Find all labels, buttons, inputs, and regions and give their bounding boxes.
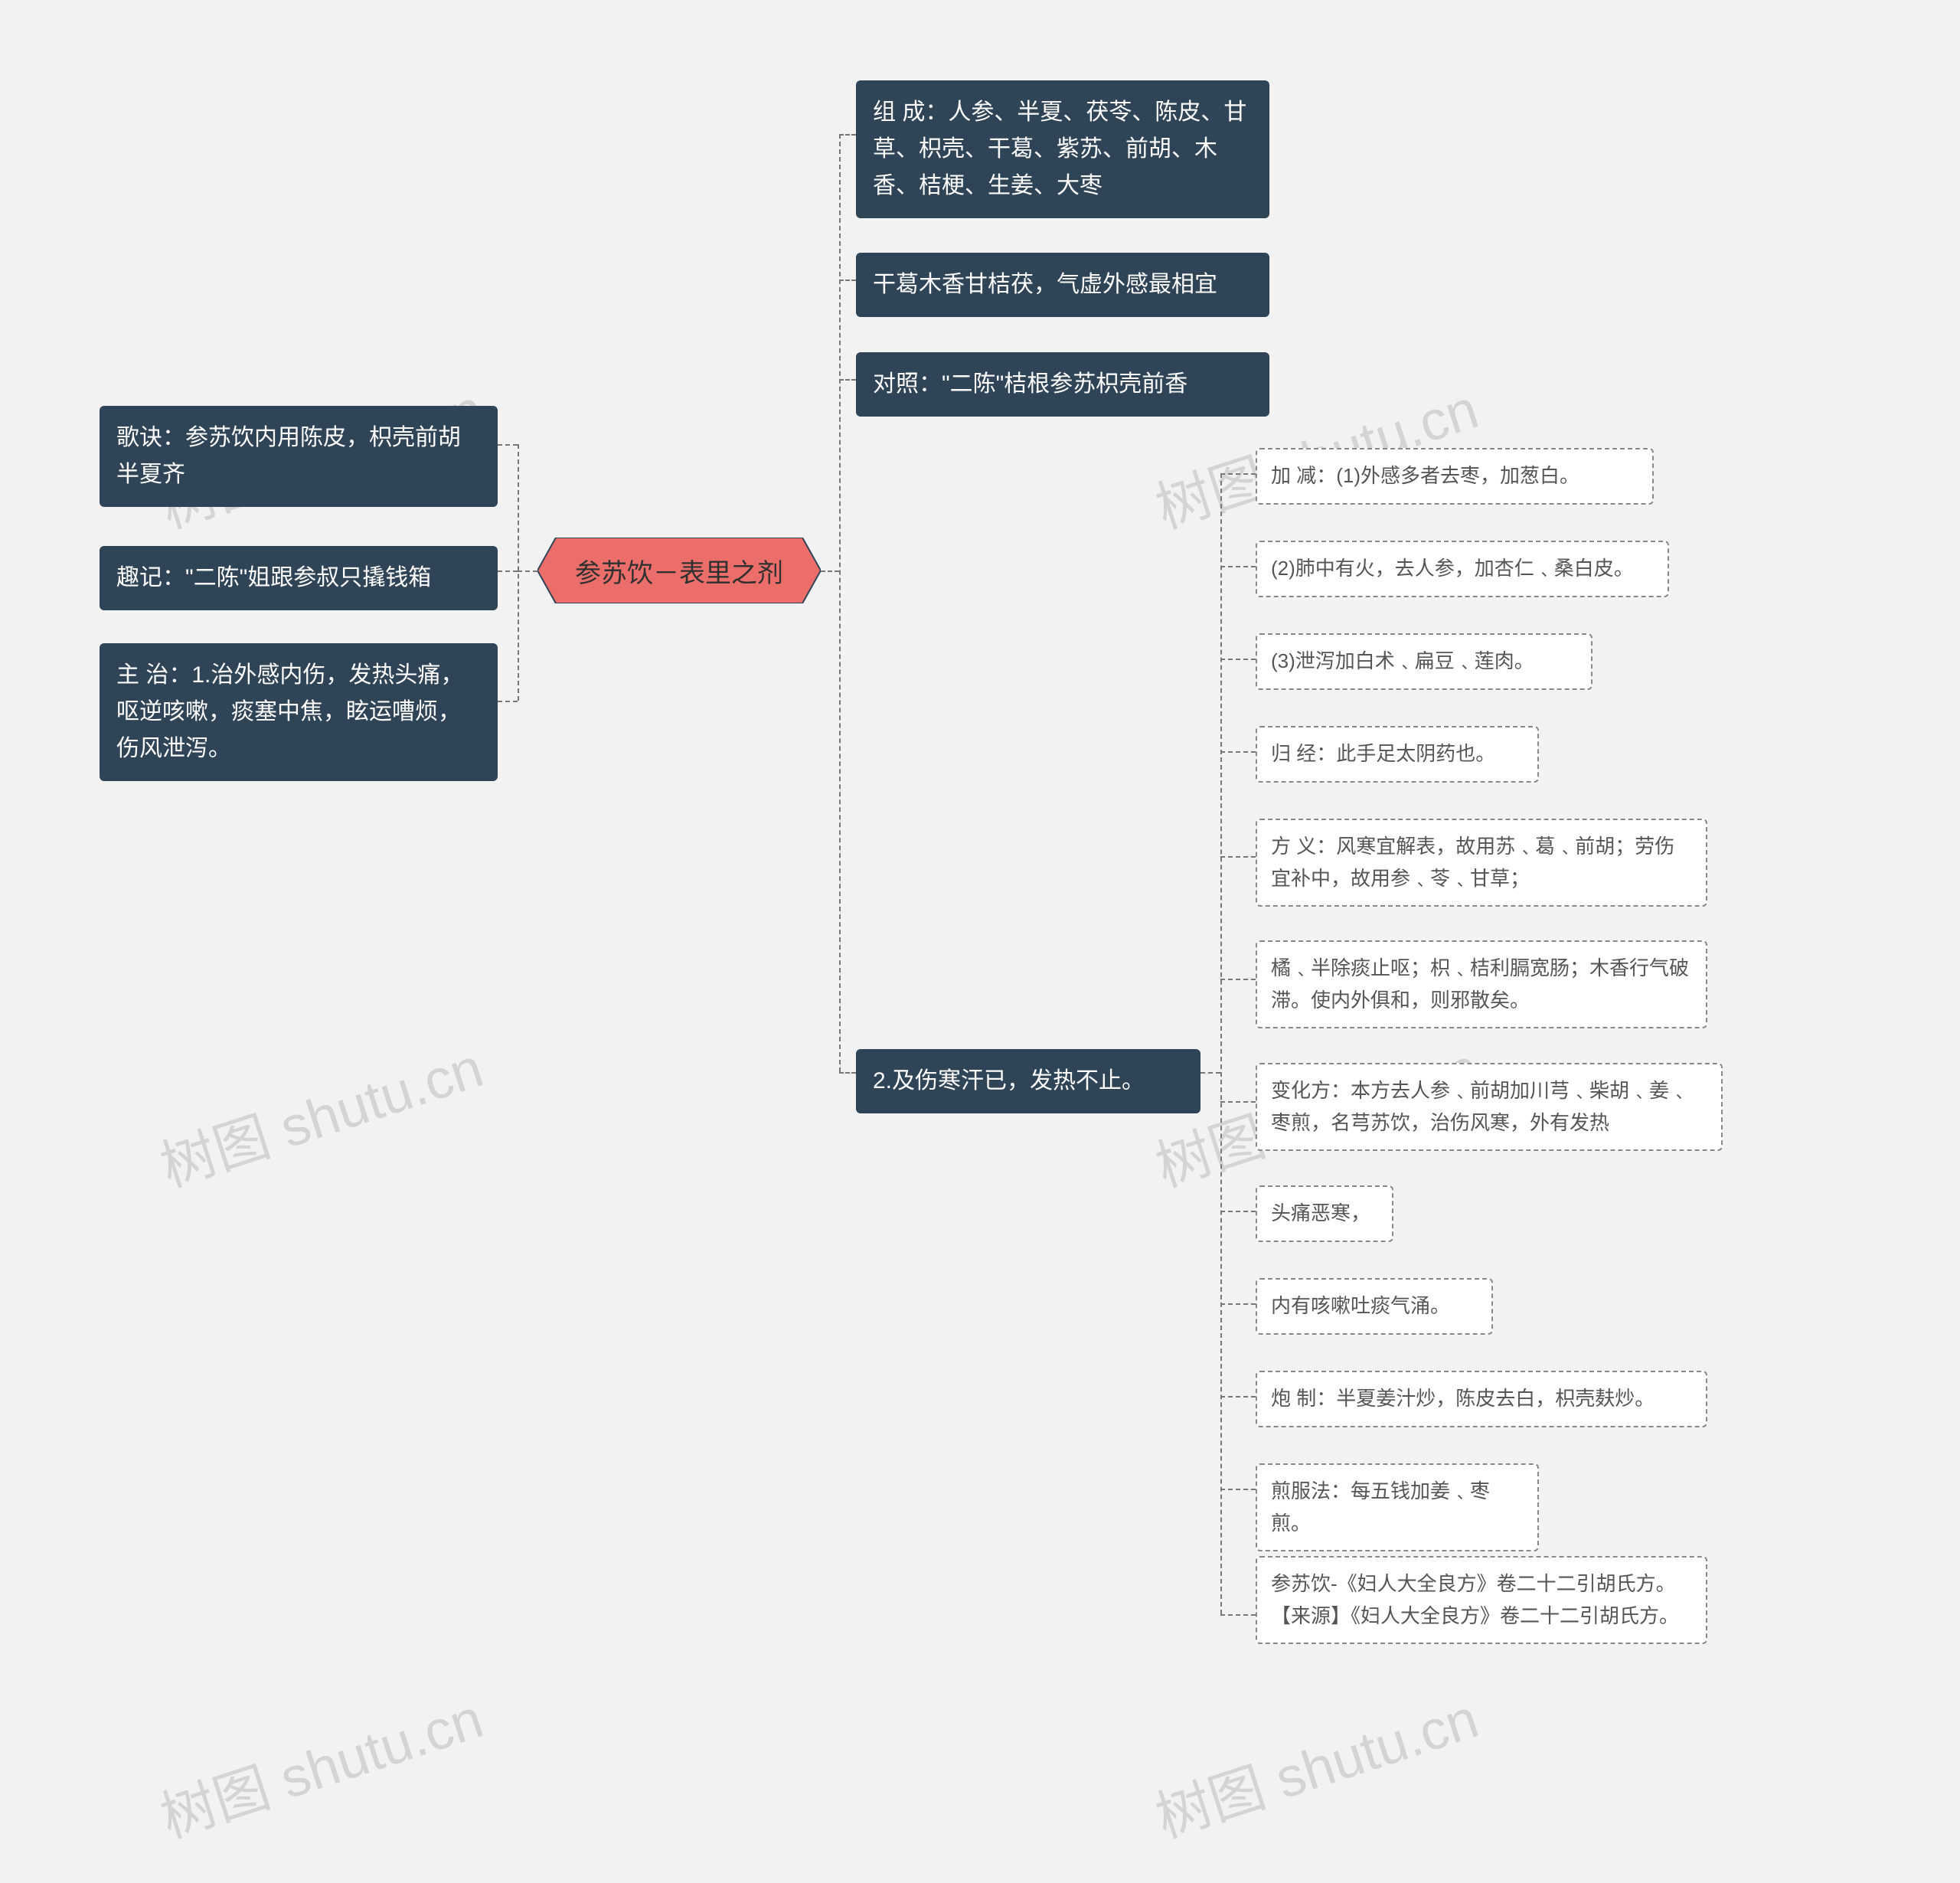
detail-node: 参苏饮-《妇人大全良方》卷二十二引胡氏方。【来源】《妇人大全良方》卷二十二引胡氏… [1256,1556,1707,1644]
detail-node: 加 减：(1)外感多者去枣，加葱白。 [1256,448,1654,505]
detail-node: 橘﹑半除痰止呕；枳﹑桔利膈宽肠；木香行气破滞。使内外俱和，则邪散矣。 [1256,940,1707,1028]
detail-node: 炮 制：半夏姜汁炒，陈皮去白，枳壳麸炒。 [1256,1371,1707,1427]
detail-node: 煎服法：每五钱加姜﹑枣煎。 [1256,1463,1539,1551]
right-node-composition: 组 成：人参、半夏、茯苓、陈皮、甘草、枳壳、干葛、紫苏、前胡、木香、桔梗、生姜、… [856,80,1269,218]
right-node-compare: 对照："二陈"桔根参苏枳壳前香 [856,352,1269,417]
detail-node: 归 经：此手足太阴药也。 [1256,726,1539,783]
detail-node: (3)泄泻加白术﹑扁豆﹑莲肉。 [1256,633,1592,690]
detail-node: 方 义：风寒宜解表，故用苏﹑葛﹑前胡；劳伤宜补中，故用参﹑苓﹑甘草； [1256,819,1707,907]
watermark: 树图 shutu.cn [1144,1673,1486,1853]
detail-node: 头痛恶寒， [1256,1185,1393,1242]
watermark: 树图 shutu.cn [149,1022,491,1202]
right-node-verse: 干葛木香甘桔茯，气虚外感最相宜 [856,253,1269,317]
left-node-song: 歌诀：参苏饮内用陈皮，枳壳前胡半夏齐 [100,406,498,507]
detail-node: (2)肺中有火，去人参，加杏仁﹑桑白皮。 [1256,541,1669,597]
right-node-also: 2.及伤寒汗已，发热不止。 [856,1049,1200,1113]
center-label: 参苏饮－表里之剂 [575,552,783,590]
left-node-indication: 主 治：1.治外感内伤，发热头痛，呕逆咳嗽，痰塞中焦，眩运嘈烦，伤风泄泻。 [100,643,498,781]
watermark: 树图 shutu.cn [149,1673,491,1853]
detail-node: 内有咳嗽吐痰气涌。 [1256,1278,1493,1335]
center-node: 参苏饮－表里之剂 [537,538,821,603]
left-node-mnemonic: 趣记："二陈"姐跟参叔只撬钱箱 [100,546,498,610]
detail-node: 变化方：本方去人参﹑前胡加川芎﹑柴胡﹑姜﹑枣煎，名芎苏饮，治伤风寒，外有发热 [1256,1063,1723,1151]
